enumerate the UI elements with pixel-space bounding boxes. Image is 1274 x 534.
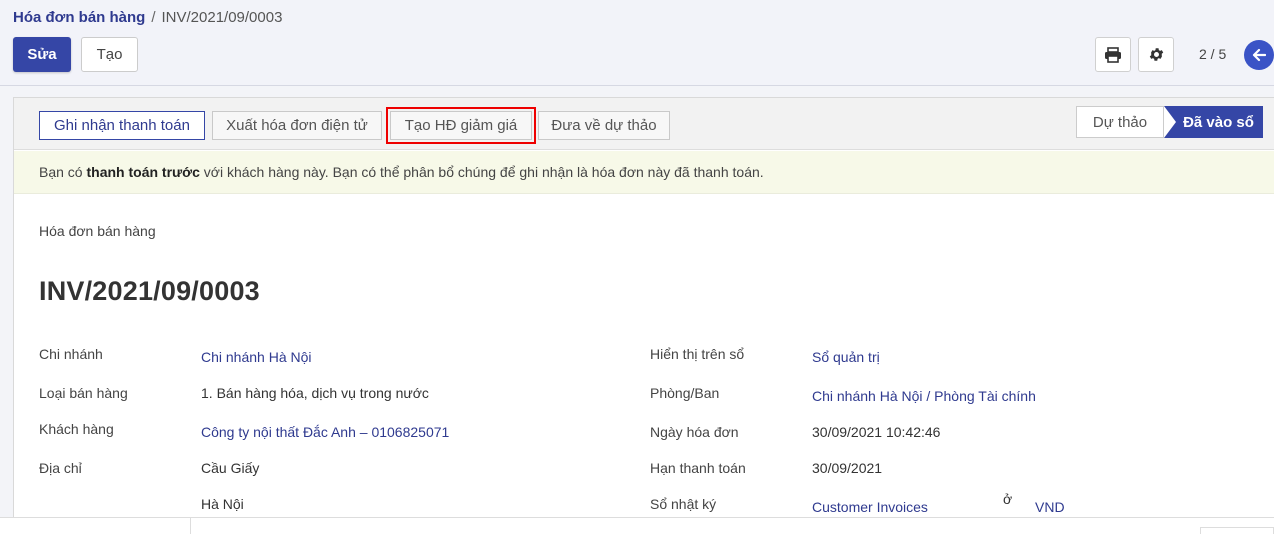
due-date-label: Hạn thanh toán: [650, 460, 746, 476]
gear-icon: [1149, 48, 1163, 61]
journal-value[interactable]: Customer Invoices: [812, 499, 928, 515]
journal-label: Sổ nhật ký: [650, 496, 717, 512]
due-date-value: 30/09/2021: [812, 460, 883, 476]
currency-value[interactable]: VND: [1035, 499, 1065, 515]
invoice-date-value: 30/09/2021 10:42:46: [812, 424, 941, 440]
sale-type-label: Loại bán hàng: [39, 385, 128, 401]
alert-text-prefix: Bạn có: [39, 164, 87, 180]
stage-draft[interactable]: Dự thảo: [1076, 106, 1164, 138]
control-panel: Hóa đơn bán hàng / INV/2021/09/0003 Sửa …: [0, 0, 1274, 86]
back-button[interactable]: [1244, 40, 1274, 70]
arrow-left-icon: [1252, 48, 1266, 62]
bottom-widget: [1200, 527, 1274, 534]
breadcrumb-current: INV/2021/09/0003: [161, 9, 283, 26]
department-value[interactable]: Chi nhánh Hà Nội / Phòng Tài chính: [812, 388, 1036, 404]
stage-posted[interactable]: Đã vào sổ: [1164, 106, 1263, 138]
invoice-date-label: Ngày hóa đơn: [650, 424, 739, 440]
alert-text-suffix: với khách hàng này. Bạn có thể phân bổ c…: [199, 164, 764, 180]
ledger-label: Hiển thị trên sổ: [650, 346, 745, 362]
document-type: Hóa đơn bán hàng: [39, 223, 156, 239]
edit-button[interactable]: Sửa: [13, 37, 71, 72]
invoice-form-sheet: Ghi nhận thanh toán Xuất hóa đơn điện tử…: [13, 97, 1274, 534]
breadcrumb-parent-link[interactable]: Hóa đơn bán hàng: [13, 9, 145, 26]
status-stages: Dự thảo Đã vào sổ: [1076, 106, 1263, 138]
currency-in-label: ở: [1003, 491, 1013, 507]
register-payment-button[interactable]: Ghi nhận thanh toán: [39, 111, 205, 140]
reset-to-draft-button[interactable]: Đưa về dự thảo: [538, 111, 670, 140]
branch-value[interactable]: Chi nhánh Hà Nội: [201, 349, 312, 365]
department-label: Phòng/Ban: [650, 385, 720, 401]
sale-type-value: 1. Bán hàng hóa, dịch vụ trong nước: [201, 385, 429, 401]
ledger-value[interactable]: Sổ quản trị: [812, 349, 880, 365]
pager-counter[interactable]: 2 / 5: [1199, 46, 1226, 62]
create-button[interactable]: Tạo: [81, 37, 138, 72]
address-line1: Cầu Giấy: [201, 460, 260, 476]
settings-button[interactable]: [1138, 37, 1174, 72]
bottom-divider: [190, 518, 191, 534]
address-label: Địa chỉ: [39, 460, 82, 476]
highlight-box: [386, 107, 536, 144]
breadcrumb: Hóa đơn bán hàng / INV/2021/09/0003: [13, 9, 282, 26]
print-icon: [1105, 46, 1121, 63]
customer-label: Khách hàng: [39, 421, 114, 437]
address-line2: Hà Nội: [201, 496, 244, 512]
form-statusbar: Ghi nhận thanh toán Xuất hóa đơn điện tử…: [14, 98, 1274, 150]
alert-text-bold: thanh toán trước: [86, 164, 200, 180]
bottom-panel: [0, 517, 1274, 534]
branch-label: Chi nhánh: [39, 346, 103, 362]
print-button[interactable]: [1095, 37, 1131, 72]
advance-payment-alert: Bạn có thanh toán trước với khách hàng n…: [14, 151, 1274, 194]
breadcrumb-separator: /: [151, 9, 156, 26]
export-e-invoice-button[interactable]: Xuất hóa đơn điện tử: [212, 111, 382, 140]
document-name: INV/2021/09/0003: [39, 276, 260, 306]
customer-value[interactable]: Công ty nội thất Đắc Anh – 0106825071: [201, 424, 449, 440]
